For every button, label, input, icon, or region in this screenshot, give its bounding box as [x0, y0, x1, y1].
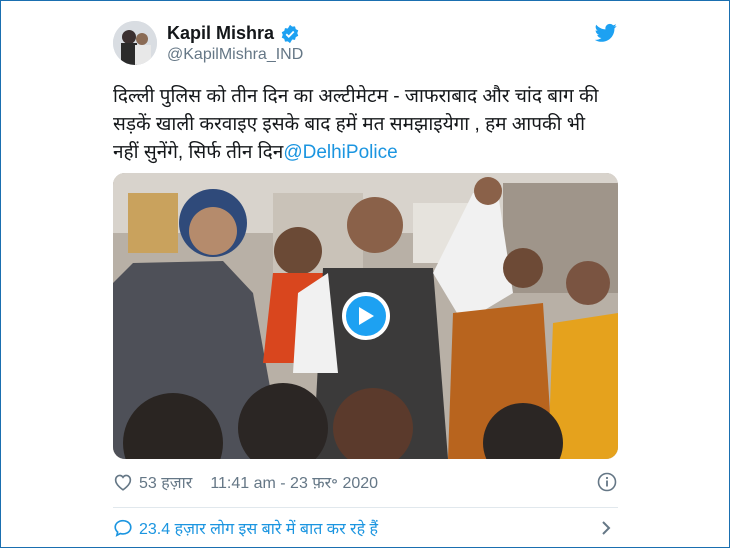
tweet-footer: 53 हज़ार 11:41 am - 23 फ़र॰ 2020 — [113, 471, 378, 493]
twitter-bird-icon[interactable] — [595, 23, 617, 43]
divider — [113, 507, 618, 508]
tweet-text-line: सड़कें खाली करवाइए इसके बाद हमें मत समझा… — [113, 114, 586, 135]
play-button[interactable] — [342, 292, 390, 340]
heart-icon[interactable] — [113, 473, 133, 491]
verified-badge-icon — [281, 24, 299, 43]
conversation-link[interactable]: 23.4 हज़ार लोग इस बारे में बात कर रहे है… — [113, 517, 618, 539]
conversation-label[interactable]: 23.4 हज़ार लोग इस बारे में बात कर रहे है… — [139, 517, 378, 539]
author-handle[interactable]: @KapilMishra_IND — [167, 46, 303, 64]
tweet-text-line: दिल्ली पुलिस को तीन दिन का अल्टीमेटम - ज… — [113, 86, 599, 107]
tweet-text: दिल्ली पुलिस को तीन दिन का अल्टीमेटम - ज… — [113, 83, 623, 167]
avatar[interactable] — [113, 21, 157, 65]
video-thumbnail[interactable] — [113, 173, 618, 459]
timestamp[interactable]: 11:41 am - 23 फ़र॰ 2020 — [210, 471, 378, 493]
author-name-row: Kapil Mishra — [167, 23, 300, 44]
mention-link[interactable]: @DelhiPolice — [283, 142, 397, 163]
tweet-embed-card: Kapil Mishra @KapilMishra_IND दिल्ली पुल… — [0, 0, 730, 548]
tweet-text-fragment: नहीं सुनेंगे, सिर्फ तीन दिन — [113, 142, 284, 163]
like-count[interactable]: 53 हज़ार — [139, 471, 192, 493]
play-icon — [359, 307, 374, 325]
chevron-right-icon[interactable] — [600, 520, 612, 536]
tweet-text-line: नहीं सुनेंगे, सिर्फ तीन दिन@DelhiPolice — [113, 139, 623, 167]
speech-bubble-icon — [114, 519, 132, 537]
info-icon[interactable] — [597, 472, 617, 492]
author-name[interactable]: Kapil Mishra — [167, 23, 274, 44]
